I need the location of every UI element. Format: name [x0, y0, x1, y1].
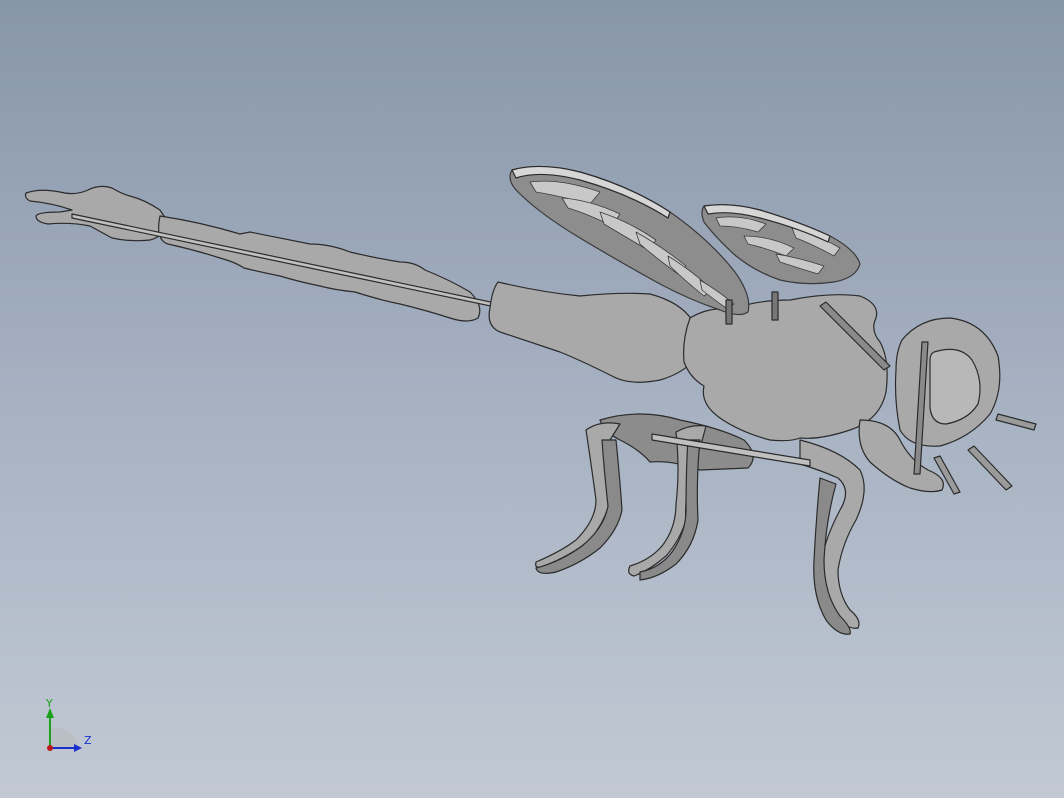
z-axis-label: Z [84, 734, 92, 747]
coordinate-triad: Y Z [40, 697, 100, 758]
coordinate-triad-icon: Y Z [45, 697, 92, 752]
wing-pin-1 [725, 299, 733, 325]
antenna-2 [967, 445, 1013, 491]
abdomen-base[interactable] [488, 281, 701, 383]
wing-pin-2 [771, 291, 779, 321]
rear-leg[interactable] [799, 439, 865, 629]
thorax[interactable] [683, 294, 888, 442]
y-axis-label: Y [45, 698, 53, 710]
dragonfly-model[interactable] [0, 0, 1064, 798]
graphics-viewport[interactable]: Y Z [0, 0, 1064, 798]
front-leg-left-shadow [535, 439, 623, 574]
antenna-1 [995, 413, 1037, 431]
x-axis-dot [47, 745, 53, 751]
